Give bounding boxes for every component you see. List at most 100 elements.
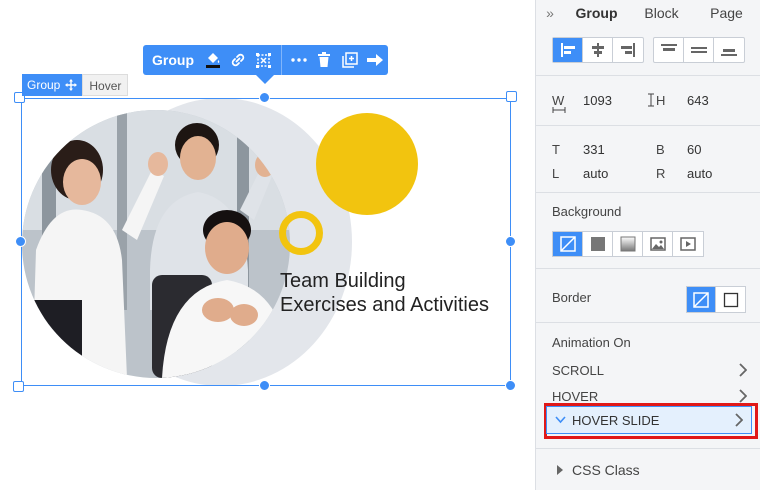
panel-divider	[536, 192, 760, 193]
trash-icon	[318, 52, 331, 67]
animation-title: Animation On	[552, 335, 631, 350]
align-right-icon	[621, 43, 635, 57]
animation-hover-slide-item[interactable]: HOVER SLIDE	[546, 406, 752, 434]
link-button[interactable]	[226, 45, 252, 75]
background-none-button[interactable]	[553, 232, 583, 256]
align-left-icon	[560, 43, 575, 57]
animation-hover-slide-label: HOVER SLIDE	[572, 412, 660, 428]
toolbar-label: Group	[152, 52, 194, 68]
align-center-button[interactable]	[583, 38, 613, 62]
height-label: H	[656, 93, 666, 108]
tab-group[interactable]: Group	[564, 5, 629, 21]
video-icon	[680, 237, 696, 251]
resize-handle-top[interactable]	[259, 92, 270, 103]
background-type-group	[552, 231, 704, 257]
corner-handle-bottom-left[interactable]	[13, 381, 24, 392]
animation-hover-label: HOVER	[552, 388, 599, 404]
element-toolbar: Group	[143, 45, 388, 75]
solid-fill-icon	[590, 237, 605, 251]
width-value[interactable]: 1093	[583, 93, 612, 108]
arrow-right-icon	[367, 54, 384, 66]
border-type-group	[686, 286, 746, 313]
resize-handle-left[interactable]	[15, 236, 26, 247]
duplicate-button[interactable]	[337, 45, 363, 75]
vertical-align-group	[653, 37, 745, 63]
right-label: R	[656, 166, 666, 181]
border-title: Border	[552, 290, 592, 305]
square-border-icon	[723, 292, 738, 307]
chevron-right-icon	[735, 413, 743, 427]
align-right-button[interactable]	[613, 38, 643, 62]
resize-handle-bottom[interactable]	[259, 380, 270, 391]
delete-button[interactable]	[311, 45, 337, 75]
ungroup-icon	[256, 52, 272, 68]
background-solid-button[interactable]	[583, 232, 613, 256]
move-forward-button[interactable]	[362, 45, 388, 75]
group-tag: Group Hover	[22, 74, 129, 96]
chevron-right-icon	[739, 363, 747, 377]
ungroup-button[interactable]	[251, 45, 277, 75]
panel-divider	[536, 268, 760, 269]
selection-box[interactable]	[21, 98, 511, 386]
right-value[interactable]: auto	[687, 166, 712, 181]
hover-state-tag[interactable]: Hover	[82, 74, 129, 96]
fill-color-button[interactable]	[200, 45, 226, 75]
corner-handle-top-right[interactable]	[506, 91, 517, 102]
gradient-fill-icon	[620, 236, 635, 252]
bottom-label: B	[656, 142, 665, 157]
left-label: L	[552, 166, 560, 181]
tab-page[interactable]: Page	[694, 5, 759, 21]
top-value[interactable]: 331	[583, 142, 605, 157]
group-tag-main[interactable]: Group	[22, 74, 83, 96]
align-bottom-button[interactable]	[714, 38, 744, 62]
css-class-label: CSS Class	[572, 462, 640, 478]
bottom-value[interactable]: 60	[687, 142, 701, 157]
link-icon	[232, 53, 245, 67]
panel-divider	[536, 125, 760, 126]
background-image-button[interactable]	[643, 232, 673, 256]
align-top-icon	[660, 44, 677, 51]
top-label: T	[552, 142, 560, 157]
editor-canvas[interactable]: Team Building Exercises and Activities G…	[0, 0, 535, 490]
animation-scroll-label: SCROLL	[552, 362, 605, 378]
align-middle-button[interactable]	[684, 38, 714, 62]
no-fill-icon	[559, 236, 576, 252]
align-left-button[interactable]	[553, 38, 583, 62]
toolbar-separator	[280, 45, 282, 75]
chevron-down-icon	[555, 416, 566, 424]
chevron-right-icon	[739, 389, 747, 403]
panel-divider	[536, 75, 760, 76]
css-class-section[interactable]: CSS Class	[556, 462, 640, 478]
panel-divider	[536, 322, 760, 323]
resize-handle-bottom-right[interactable]	[505, 380, 516, 391]
duplicate-icon	[341, 52, 358, 68]
width-arrow-icon	[552, 107, 566, 113]
background-gradient-button[interactable]	[613, 232, 643, 256]
align-bottom-icon	[721, 49, 737, 56]
border-none-button[interactable]	[687, 287, 716, 312]
collapse-panel-icon[interactable]: »	[536, 5, 564, 21]
left-value[interactable]: auto	[583, 166, 608, 181]
alignment-controls	[552, 37, 745, 63]
height-value[interactable]: 643	[687, 93, 709, 108]
width-label: W	[552, 93, 565, 108]
caret-right-icon	[557, 465, 563, 475]
move-icon[interactable]	[65, 79, 78, 91]
align-top-button[interactable]	[654, 38, 684, 62]
properties-panel: » Group Block Page W 1093 H 643 T 331 B …	[535, 0, 760, 490]
horizontal-align-group	[552, 37, 644, 63]
panel-divider	[536, 448, 760, 449]
height-arrow-icon	[648, 93, 654, 107]
background-title: Background	[552, 204, 622, 219]
more-options-button[interactable]	[286, 45, 312, 75]
animation-scroll-item[interactable]: SCROLL	[552, 359, 747, 381]
border-solid-button[interactable]	[716, 287, 745, 312]
toolbar-pointer	[256, 75, 274, 84]
more-dots-icon	[290, 58, 307, 62]
panel-tabs: » Group Block Page	[536, 0, 760, 26]
background-video-button[interactable]	[673, 232, 703, 256]
resize-handle-right[interactable]	[505, 236, 516, 247]
tab-block[interactable]: Block	[629, 5, 694, 21]
no-border-icon	[693, 291, 709, 308]
paint-bucket-icon	[205, 53, 220, 68]
